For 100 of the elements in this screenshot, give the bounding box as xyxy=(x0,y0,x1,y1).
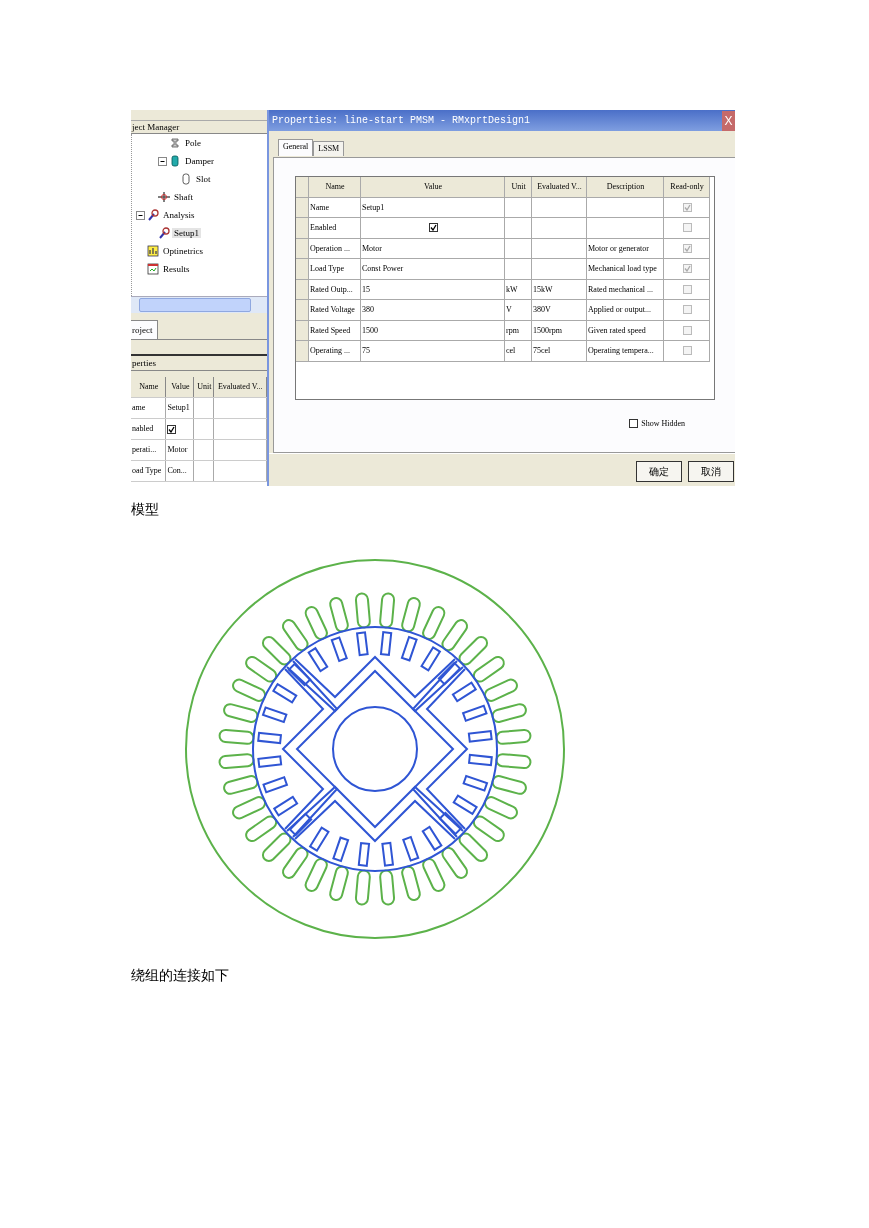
checkbox[interactable] xyxy=(682,223,692,233)
checkbox[interactable] xyxy=(682,346,692,356)
table-cell: Given rated speed xyxy=(587,320,664,341)
probe-icon xyxy=(147,209,159,221)
scrollbar[interactable] xyxy=(131,296,267,313)
check-icon xyxy=(683,203,691,211)
tree-item[interactable]: Results xyxy=(161,264,192,274)
table-cell: kW xyxy=(505,279,532,300)
row-header[interactable] xyxy=(296,300,309,321)
tree-item[interactable]: Pole xyxy=(183,138,203,148)
figure-caption: 模型 xyxy=(131,501,160,519)
column-header[interactable]: Value xyxy=(361,177,505,198)
table-cell: Setup1 xyxy=(166,398,195,418)
column-header[interactable]: Unit xyxy=(194,377,215,397)
tree-item[interactable]: Damper xyxy=(183,156,216,166)
tab[interactable]: LSSM xyxy=(313,141,345,156)
table-cell: rpm xyxy=(505,320,532,341)
table-cell: Applied or output... xyxy=(587,300,664,321)
collapse-toggle[interactable] xyxy=(158,156,167,166)
table-cell: Rated Outp... xyxy=(309,279,361,300)
column-header[interactable]: Name xyxy=(309,177,361,198)
table-cell: 1500 xyxy=(361,320,505,341)
table-cell: oad Type xyxy=(131,461,167,481)
tab[interactable]: General xyxy=(278,139,314,156)
empty-cell xyxy=(505,238,532,259)
table-cell: Motor or generator xyxy=(587,238,664,259)
table-cell: Mechanical load type xyxy=(587,259,664,280)
checkbox[interactable] xyxy=(682,202,692,212)
tree-item[interactable]: Optinetrics xyxy=(161,246,205,256)
empty-cell xyxy=(532,259,587,280)
checkbox-label: Show Hidden xyxy=(641,419,685,428)
tree-item[interactable]: Slot xyxy=(194,174,213,184)
column-header[interactable]: Name xyxy=(131,377,167,397)
checkbox[interactable] xyxy=(428,223,438,233)
table-cell: Load Type xyxy=(309,259,361,280)
table-cell: cel xyxy=(505,341,532,362)
table-cell: Rated Speed xyxy=(309,320,361,341)
checkbox[interactable] xyxy=(167,424,177,434)
table-cell: nabled xyxy=(131,419,167,439)
table-cell: 75 xyxy=(361,341,505,362)
column-header[interactable]: Evaluated V... xyxy=(532,177,587,198)
column-header[interactable]: Unit xyxy=(505,177,532,198)
paragraph: 绕组的连接如下 xyxy=(131,967,230,985)
table-cell: Operating tempera... xyxy=(587,341,664,362)
table-cell: perati... xyxy=(131,440,167,460)
table-cell: V xyxy=(505,300,532,321)
column-header[interactable]: Description xyxy=(587,177,664,198)
table-cell: 380 xyxy=(361,300,505,321)
window-title: Properties: line-start PMSM - RMxprtDesign1 xyxy=(272,115,531,126)
table-cell: Rated Voltage xyxy=(309,300,361,321)
cylinder-icon xyxy=(169,155,181,167)
empty-cell xyxy=(505,197,532,218)
tree-item[interactable]: Shaft xyxy=(172,192,195,202)
checkbox[interactable] xyxy=(629,419,639,428)
table-cell: Con... xyxy=(166,461,195,481)
panel-header: perties xyxy=(131,354,267,371)
column-header[interactable]: Evaluated V... xyxy=(214,377,267,397)
checkbox[interactable] xyxy=(682,264,692,274)
document-icon xyxy=(147,263,159,275)
table-cell: Motor xyxy=(166,440,195,460)
table-cell: Operating ... xyxy=(309,341,361,362)
collapse-toggle[interactable] xyxy=(136,210,145,220)
shaft-icon xyxy=(158,191,170,203)
table-cell: Enabled xyxy=(309,218,361,239)
row-header[interactable] xyxy=(296,259,309,280)
column-header[interactable]: Read-only xyxy=(664,177,710,198)
tree-item[interactable]: Setup1 xyxy=(172,228,201,238)
table-cell: 15 xyxy=(361,279,505,300)
dialog-button[interactable]: 确定 xyxy=(636,461,682,482)
checkbox[interactable] xyxy=(682,325,692,335)
checkbox[interactable] xyxy=(682,305,692,315)
table-cell: Operation ... xyxy=(309,238,361,259)
tree-item[interactable]: Analysis xyxy=(161,210,197,220)
column-header[interactable]: Value xyxy=(166,377,195,397)
table-cell: 15kW xyxy=(532,279,587,300)
empty-cell xyxy=(532,218,587,239)
rounded-rect-icon xyxy=(180,173,192,185)
check-icon xyxy=(683,244,691,252)
row-header[interactable] xyxy=(296,177,309,198)
table-cell: Const Power xyxy=(361,259,505,280)
close-button[interactable]: X xyxy=(722,110,735,131)
row-header[interactable] xyxy=(296,341,309,362)
table-cell: 1500rpm xyxy=(532,320,587,341)
scroll-thumb[interactable] xyxy=(139,298,251,312)
panel-header: ject Manager xyxy=(131,121,267,134)
dialog-button[interactable]: 取消 xyxy=(688,461,734,482)
check-icon xyxy=(168,425,176,433)
table-cell: ame xyxy=(131,398,167,418)
check-icon xyxy=(683,265,691,273)
empty-cell xyxy=(532,238,587,259)
table-cell: Setup1 xyxy=(361,197,505,218)
panel-tab[interactable]: roject xyxy=(131,320,158,339)
empty-cell xyxy=(505,259,532,280)
table-cell: Motor xyxy=(361,238,505,259)
table-cell: 380V xyxy=(532,300,587,321)
checkbox[interactable] xyxy=(682,243,692,253)
empty-cell xyxy=(532,197,587,218)
row-header[interactable] xyxy=(296,218,309,239)
table-cell: 75cel xyxy=(532,341,587,362)
checkbox[interactable] xyxy=(682,284,692,294)
